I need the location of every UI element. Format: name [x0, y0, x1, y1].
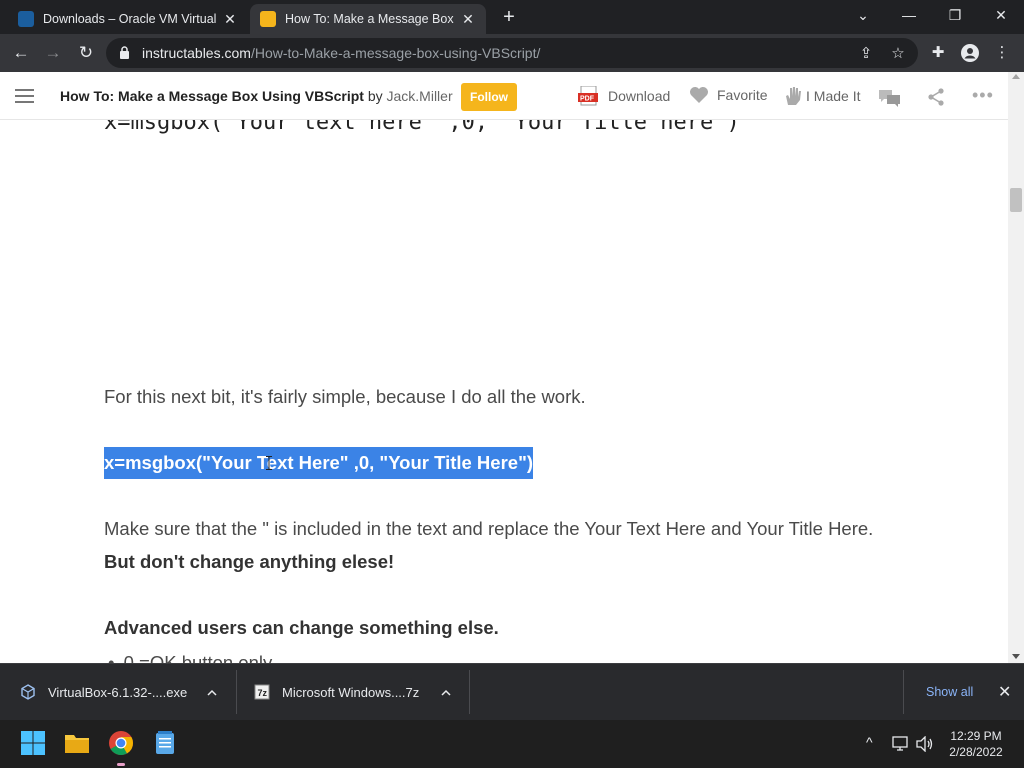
- download-filename: Microsoft Windows....7z: [282, 684, 420, 700]
- more-options-icon[interactable]: •••: [972, 85, 994, 106]
- subheading: Advanced users can change something else…: [104, 617, 499, 638]
- download-item[interactable]: 7z Microsoft Windows....7z: [254, 664, 434, 720]
- forward-icon[interactable]: →: [41, 41, 65, 65]
- download-shelf: VirtualBox-6.1.32-....exe 7z Microsoft W…: [0, 663, 1024, 720]
- instructables-favicon-icon: [260, 11, 276, 27]
- windows-start-icon[interactable]: [19, 729, 47, 757]
- lock-icon: [120, 46, 129, 59]
- extensions-puzzle-icon[interactable]: ✚: [928, 43, 948, 63]
- list-item: • 0 =OK button only: [108, 652, 273, 663]
- new-tab-icon[interactable]: +: [498, 6, 520, 28]
- clock-time: 12:29 PM: [950, 729, 1002, 743]
- scroll-down-icon[interactable]: [1012, 654, 1020, 659]
- scrollbar-thumb[interactable]: [1010, 188, 1022, 212]
- browser-tab-strip: Downloads – Oracle VM VirtualB ✕ How To:…: [0, 0, 1024, 34]
- chevron-up-icon[interactable]: [441, 688, 451, 698]
- author-link[interactable]: Jack.Miller: [387, 88, 453, 104]
- favorite-button[interactable]: Favorite: [689, 86, 768, 104]
- chevron-up-icon[interactable]: [207, 688, 217, 698]
- download-button[interactable]: PDF Download: [578, 86, 670, 106]
- tab-search-icon[interactable]: ⌄: [840, 0, 886, 30]
- download-filename: VirtualBox-6.1.32-....exe: [48, 684, 188, 700]
- download-item[interactable]: VirtualBox-6.1.32-....exe: [20, 664, 225, 720]
- divider: [469, 670, 470, 714]
- follow-button[interactable]: Follow: [461, 83, 517, 111]
- network-icon[interactable]: [892, 736, 910, 752]
- bookmark-star-icon[interactable]: ☆: [888, 44, 908, 62]
- divider: [903, 670, 904, 714]
- project-header-bar: How To: Make a Message Box Using VBScrip…: [0, 72, 1008, 120]
- scroll-up-icon[interactable]: [1012, 74, 1020, 79]
- tab-title: How To: Make a Message Box Us: [285, 12, 454, 26]
- address-bar[interactable]: instructables.com/How-to-Make-a-message-…: [106, 38, 918, 68]
- close-download-bar-icon[interactable]: ✕: [998, 682, 1011, 702]
- web-page: How To: Make a Message Box Using VBScrip…: [0, 72, 1008, 663]
- profile-avatar-icon[interactable]: [960, 43, 980, 63]
- heart-icon: [690, 87, 708, 103]
- close-tab-icon[interactable]: ✕: [460, 11, 476, 28]
- share-icon[interactable]: ⇪: [856, 44, 876, 62]
- chrome-icon[interactable]: [107, 729, 135, 757]
- paragraph: For this next bit, it's fairly simple, b…: [104, 386, 586, 407]
- tab-instructables[interactable]: How To: Make a Message Box Us ✕: [250, 4, 486, 34]
- virtualbox-favicon-icon: [18, 11, 34, 27]
- restore-icon[interactable]: ❐: [932, 0, 978, 30]
- pdf-icon: PDF: [578, 86, 598, 106]
- system-clock[interactable]: 12:29 PM 2/28/2022: [940, 728, 1012, 760]
- url-text: instructables.com/How-to-Make-a-message-…: [142, 45, 541, 61]
- notepad-icon[interactable]: [151, 729, 179, 757]
- show-all-button[interactable]: Show all: [926, 685, 973, 699]
- tab-title: Downloads – Oracle VM VirtualB: [43, 12, 216, 26]
- volume-icon[interactable]: [916, 736, 934, 752]
- show-hidden-icons-icon[interactable]: ^: [866, 734, 873, 750]
- back-icon[interactable]: ←: [9, 41, 33, 65]
- hand-icon: [786, 87, 801, 105]
- paragraph: Make sure that the " is included in the …: [104, 518, 874, 539]
- svg-text:7z: 7z: [258, 688, 268, 698]
- share-icon[interactable]: [927, 88, 945, 106]
- i-made-it-button[interactable]: I Made It: [784, 86, 860, 106]
- minimize-icon[interactable]: —: [886, 0, 932, 30]
- divider: [236, 670, 237, 714]
- active-app-indicator: [117, 763, 125, 766]
- page-scrollbar[interactable]: [1008, 72, 1024, 663]
- reload-icon[interactable]: ↻: [74, 41, 98, 65]
- browser-toolbar: ← → ↻ instructables.com/How-to-Make-a-me…: [0, 34, 1024, 72]
- virtualbox-file-icon: [21, 684, 35, 700]
- selected-code-line: x=msgbox("Your Text Here" ,0, "Your Titl…: [104, 447, 533, 479]
- windows-taskbar: ^ 12:29 PM 2/28/2022: [0, 720, 1024, 768]
- close-window-icon[interactable]: ✕: [978, 0, 1024, 30]
- paragraph-bold: But don't change anything elese!: [104, 551, 395, 572]
- clock-date: 2/28/2022: [949, 745, 1003, 759]
- svg-text:PDF: PDF: [580, 96, 595, 103]
- file-explorer-icon[interactable]: [63, 729, 91, 757]
- archive-file-icon: 7z: [254, 684, 270, 700]
- comments-icon[interactable]: [878, 88, 902, 108]
- tab-downloads[interactable]: Downloads – Oracle VM VirtualB ✕: [8, 4, 248, 34]
- project-title: How To: Make a Message Box Using VBScrip…: [60, 88, 453, 104]
- browser-menu-icon[interactable]: ⋮: [992, 43, 1012, 63]
- text-cursor-icon: [266, 456, 272, 470]
- close-tab-icon[interactable]: ✕: [222, 11, 238, 28]
- hamburger-menu-icon[interactable]: [15, 89, 34, 103]
